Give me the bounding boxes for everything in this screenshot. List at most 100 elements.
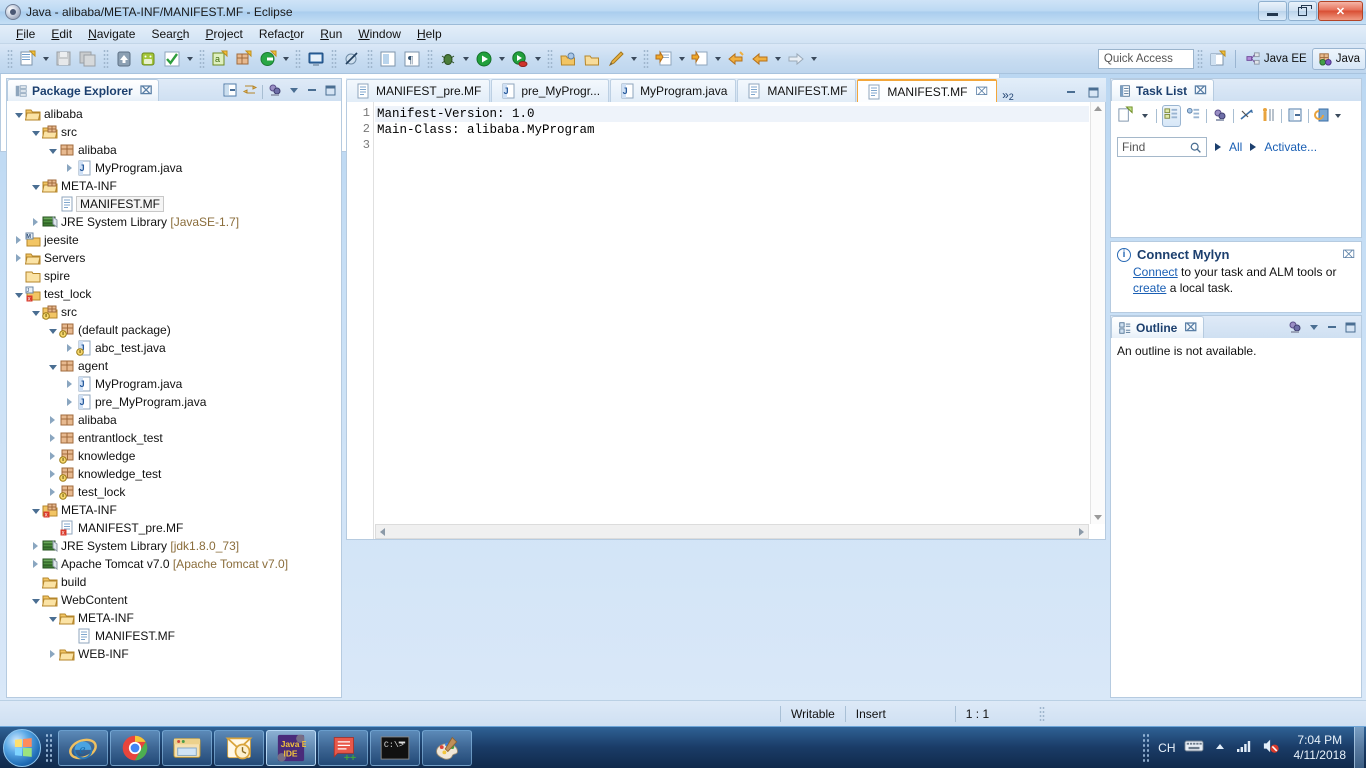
menu-edit[interactable]: Edit bbox=[43, 26, 80, 42]
create-link[interactable]: create bbox=[1133, 281, 1166, 295]
open-type-icon[interactable] bbox=[557, 48, 579, 70]
taskbar-cmd[interactable]: C:\> bbox=[370, 729, 420, 766]
green-circle-icon[interactable] bbox=[257, 48, 279, 70]
previous-annotation-dropdown-icon[interactable] bbox=[715, 56, 721, 61]
chevron-down-icon[interactable] bbox=[1142, 114, 1148, 118]
collapse-all-icon[interactable] bbox=[1287, 107, 1303, 126]
view-menu-icon[interactable] bbox=[287, 83, 301, 100]
tray-grip[interactable] bbox=[1142, 732, 1151, 763]
view-menu-icon[interactable] bbox=[1335, 114, 1341, 118]
check-icon[interactable] bbox=[161, 48, 183, 70]
tree-item-myprogram-java[interactable]: J MyProgram.java bbox=[7, 375, 341, 393]
view-menu-icon[interactable] bbox=[1307, 320, 1321, 337]
tree-item-default-package[interactable]: (default package) bbox=[7, 321, 341, 339]
open-perspective-icon[interactable] bbox=[1207, 48, 1229, 70]
back-dropdown-icon[interactable] bbox=[775, 56, 781, 61]
editor-code[interactable]: Manifest-Version: 1.0 Main-Class: alibaba… bbox=[375, 102, 1089, 154]
tree-expanded-icon[interactable] bbox=[47, 141, 58, 159]
last-edit-icon[interactable] bbox=[725, 48, 747, 70]
link-editor-icon[interactable] bbox=[242, 82, 258, 101]
tree-item-abc-test-java[interactable]: Jabc_test.java bbox=[7, 339, 341, 357]
debug-bug-icon[interactable] bbox=[437, 48, 459, 70]
menu-help[interactable]: Help bbox=[409, 26, 450, 42]
package-explorer-tree[interactable]: alibaba src alibaba J MyProgram.java META-INF… bbox=[7, 101, 341, 693]
coverage-dropdown-icon[interactable] bbox=[535, 56, 541, 61]
tab-task-list[interactable]: Task List ⌧ bbox=[1111, 79, 1214, 101]
tree-collapsed-icon[interactable] bbox=[64, 375, 75, 393]
tree-collapsed-icon[interactable] bbox=[64, 159, 75, 177]
pilcrow-icon[interactable]: ¶ bbox=[401, 48, 423, 70]
restore-button[interactable] bbox=[1288, 1, 1317, 21]
tree-collapsed-icon[interactable] bbox=[30, 213, 41, 231]
tree-collapsed-icon[interactable] bbox=[47, 447, 58, 465]
tree-item-alibaba[interactable]: alibaba bbox=[7, 105, 341, 123]
menu-navigate[interactable]: Navigate bbox=[80, 26, 143, 42]
activate-expand-icon[interactable] bbox=[1250, 143, 1257, 151]
status-grip[interactable] bbox=[1038, 705, 1045, 722]
taskbar-clock[interactable]: 7:04 PM 4/11/2018 bbox=[1294, 733, 1347, 763]
tree-collapsed-icon[interactable] bbox=[30, 537, 41, 555]
task-activate-link[interactable]: Activate... bbox=[1264, 140, 1317, 154]
next-annotation-dropdown-icon[interactable] bbox=[679, 56, 685, 61]
pen-icon[interactable] bbox=[605, 48, 627, 70]
previous-annotation-icon[interactable] bbox=[689, 48, 711, 70]
tree-item-meta-inf[interactable]: META-INF bbox=[7, 177, 341, 195]
close-icon[interactable]: ⌧ bbox=[1342, 248, 1355, 261]
tree-item-manifest-mf[interactable]: MANIFEST.MF bbox=[7, 627, 341, 645]
editor-tab-1[interactable]: Jpre_MyProgr... bbox=[491, 79, 610, 102]
restore-tasks-icon[interactable] bbox=[1314, 107, 1330, 126]
minimize-icon[interactable] bbox=[1325, 320, 1339, 337]
tree-item-webcontent[interactable]: WebContent bbox=[7, 591, 341, 609]
perspective-java-ee[interactable]: Java EE bbox=[1241, 48, 1312, 70]
menu-refactor[interactable]: Refactor bbox=[251, 26, 312, 42]
filters-icon[interactable] bbox=[267, 82, 283, 101]
tree-item-servers[interactable]: Servers bbox=[7, 249, 341, 267]
pen-dropdown-icon[interactable] bbox=[631, 56, 637, 61]
tree-item-entrantlock-test[interactable]: entrantlock_test bbox=[7, 429, 341, 447]
tree-item-manifest-mf[interactable]: MANIFEST.MF bbox=[7, 195, 341, 213]
taskbar-notepadpp[interactable]: ++ bbox=[318, 729, 368, 766]
new-file-icon[interactable] bbox=[17, 48, 39, 70]
show-desktop-button[interactable] bbox=[1354, 726, 1364, 768]
tree-collapsed-icon[interactable] bbox=[64, 393, 75, 411]
categorized-icon[interactable] bbox=[1162, 105, 1181, 127]
forward-arrow-icon[interactable] bbox=[785, 48, 807, 70]
editor-vertical-scrollbar[interactable] bbox=[1090, 102, 1105, 524]
tree-expanded-icon[interactable] bbox=[47, 321, 58, 339]
menu-project[interactable]: Project bbox=[197, 26, 250, 42]
scroll-left-icon[interactable] bbox=[380, 528, 385, 536]
tree-collapsed-icon[interactable] bbox=[47, 645, 58, 663]
coverage-icon[interactable] bbox=[509, 48, 531, 70]
tree-expanded-icon[interactable] bbox=[30, 123, 41, 141]
android-export-icon[interactable] bbox=[113, 48, 135, 70]
perspective-java[interactable]: Java bbox=[1311, 47, 1366, 70]
tree-expanded-icon[interactable] bbox=[30, 177, 41, 195]
next-annotation-icon[interactable] bbox=[653, 48, 675, 70]
tree-expanded-icon[interactable] bbox=[47, 609, 58, 627]
tab-outline[interactable]: Outline ⌧ bbox=[1111, 316, 1205, 338]
close-icon[interactable]: ⌧ bbox=[975, 85, 988, 98]
taskbar-eclipse[interactable]: Java EEIDE bbox=[266, 729, 316, 766]
tree-item-src[interactable]: src bbox=[7, 303, 341, 321]
scroll-down-icon[interactable] bbox=[1094, 515, 1102, 520]
tree-item-jre-system-library[interactable]: JRE System Library [jdk1.8.0_73] bbox=[7, 537, 341, 555]
scroll-up-icon[interactable] bbox=[1094, 106, 1102, 111]
tree-expanded-icon[interactable] bbox=[13, 105, 24, 123]
volume-muted-icon[interactable] bbox=[1262, 738, 1280, 757]
minimize-button[interactable] bbox=[1258, 1, 1287, 21]
focus-icon[interactable] bbox=[1287, 319, 1303, 338]
android-icon[interactable] bbox=[137, 48, 159, 70]
connect-link[interactable]: Connect bbox=[1133, 265, 1178, 279]
tree-item-spire[interactable]: spire bbox=[7, 267, 341, 285]
maximize-icon[interactable] bbox=[323, 83, 337, 100]
tree-collapsed-icon[interactable] bbox=[47, 411, 58, 429]
run-dropdown-icon[interactable] bbox=[499, 56, 505, 61]
open-task-icon[interactable] bbox=[581, 48, 603, 70]
task-filter-all[interactable]: All bbox=[1229, 140, 1242, 154]
start-button[interactable] bbox=[3, 728, 41, 767]
tree-item-src[interactable]: src bbox=[7, 123, 341, 141]
android-new-icon[interactable]: a bbox=[209, 48, 231, 70]
tree-item-alibaba[interactable]: alibaba bbox=[7, 141, 341, 159]
tree-item-meta-inf[interactable]: META-INF bbox=[7, 609, 341, 627]
tree-expanded-icon[interactable] bbox=[13, 285, 24, 303]
